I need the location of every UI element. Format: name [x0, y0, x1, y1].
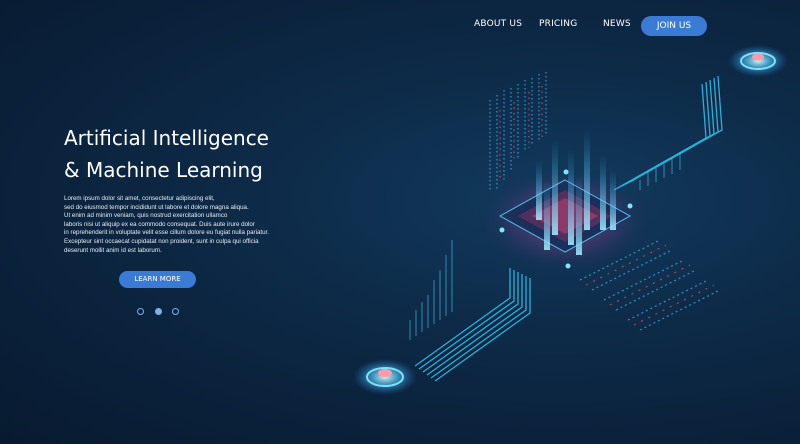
- circuit-traces-upper: [613, 75, 723, 191]
- join-us-button[interactable]: JOIN US: [641, 16, 707, 36]
- nav-pricing[interactable]: PRICING: [539, 19, 577, 29]
- hero-description: Lorem ipsum dolor sit amet, consectetur …: [64, 195, 304, 255]
- nav-news[interactable]: NEWS: [603, 19, 631, 29]
- learn-more-button[interactable]: LEARN MORE: [119, 271, 196, 288]
- processor-chip: [475, 165, 655, 275]
- hero-description-line: Ut enim ad minim veniam, quis nostrud ex…: [64, 212, 228, 220]
- hero-description-line: sed do eiusmod tempor incididunt ut labo…: [64, 203, 249, 211]
- carousel-dot-1[interactable]: [137, 308, 144, 315]
- carousel-dot-3[interactable]: [172, 308, 179, 315]
- hero-title: Artificial Intelligence & Machine Learni…: [64, 122, 364, 186]
- hero-description-line: deserunt mollit anim id est laborum.: [64, 246, 162, 254]
- hero-title-line-2: & Machine Learning: [64, 158, 263, 182]
- carousel-dot-2[interactable]: [155, 308, 162, 315]
- glow-node-top-right: [728, 45, 788, 77]
- ai-chip-circuit-illustration: [353, 45, 788, 395]
- hero-description-line: in reprehenderit in voluptate velit esse…: [64, 229, 269, 237]
- hero-title-line-1: Artificial Intelligence: [64, 126, 269, 150]
- glow-node-bottom-left: [353, 359, 417, 395]
- top-nav: ABOUT US PRICING NEWS JOIN US: [0, 16, 800, 36]
- hero-description-line: Lorem ipsum dolor sit amet, consectetur …: [64, 195, 215, 202]
- nav-about-us[interactable]: ABOUT US: [474, 19, 522, 29]
- circuit-traces-lower: [414, 268, 531, 382]
- hero-description-line: laboris nisi ut aliquip ex ea commodo co…: [64, 220, 255, 228]
- hero-description-line: Excepteur sint occaecat cupidatat non pr…: [64, 237, 259, 245]
